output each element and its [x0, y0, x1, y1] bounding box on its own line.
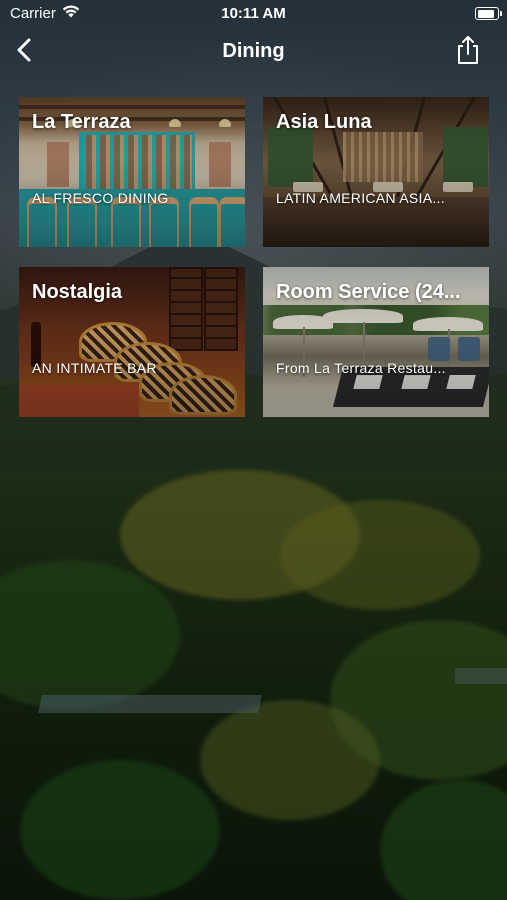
tile-subtitle: From La Terraza Restau... — [276, 360, 446, 376]
battery-level — [477, 9, 494, 18]
nav-bar: Dining — [0, 28, 507, 76]
battery-icon — [475, 7, 502, 20]
tile-subtitle: LATIN AMERICAN ASIA... — [276, 190, 445, 206]
back-button[interactable] — [10, 38, 38, 66]
tile-room-service[interactable]: Room Service (24... From La Terraza Rest… — [263, 267, 489, 417]
status-time: 10:11 AM — [221, 5, 286, 22]
tile-title: Nostalgia — [32, 281, 123, 303]
chevron-left-icon — [16, 37, 32, 68]
status-bar: Carrier 10:11 AM — [0, 0, 507, 28]
tile-la-terraza[interactable]: La Terraza AL FRESCO DINING — [19, 97, 245, 247]
tile-title: La Terraza — [32, 111, 131, 133]
page-title: Dining — [222, 40, 285, 62]
dining-grid: La Terraza AL FRESCO DINING Asia Luna LA… — [19, 97, 489, 417]
share-icon — [455, 35, 481, 70]
tile-nostalgia[interactable]: Nostalgia AN INTIMATE BAR — [19, 267, 245, 417]
tile-asia-luna[interactable]: Asia Luna LATIN AMERICAN ASIA... — [263, 97, 489, 247]
tile-title: Asia Luna — [276, 111, 372, 133]
tile-subtitle: AN INTIMATE BAR — [32, 360, 157, 376]
tile-subtitle: AL FRESCO DINING — [32, 190, 169, 206]
share-button[interactable] — [453, 35, 483, 70]
tile-title: Room Service (24... — [276, 281, 461, 303]
